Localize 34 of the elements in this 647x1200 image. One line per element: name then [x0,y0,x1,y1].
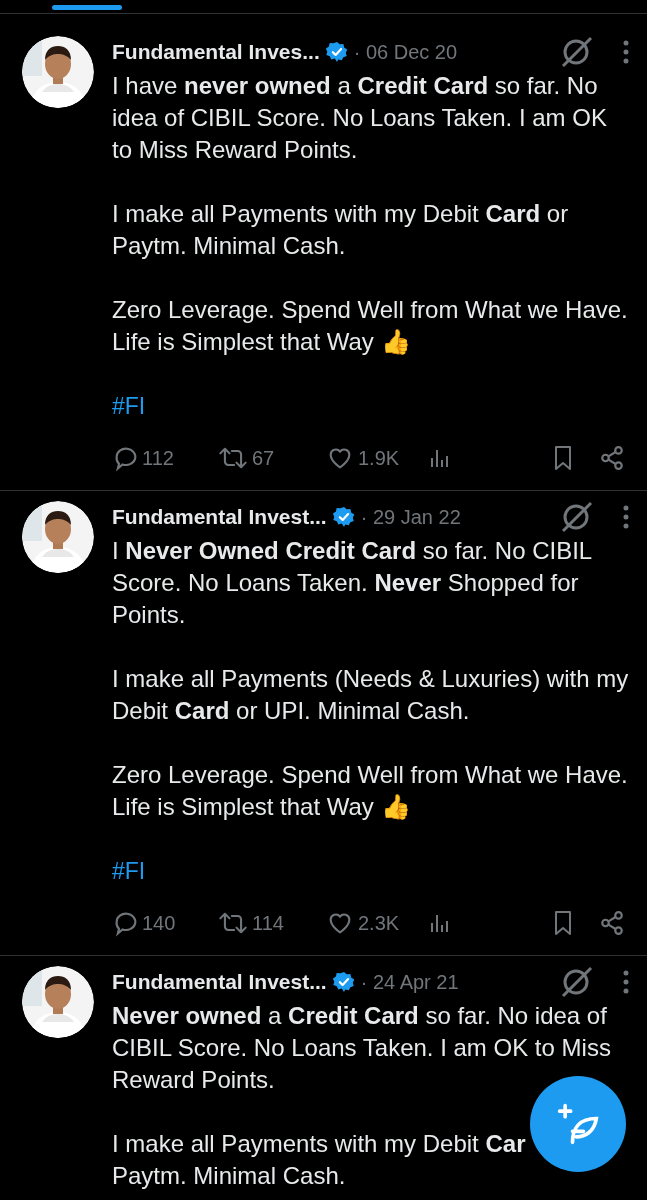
post-text: I Never Owned Credit Card so far. No CIBIL Score. No Loans Taken. Never Shopped for Points. [112,536,593,630]
hashtag-link[interactable]: #FI [112,390,146,422]
author-name[interactable]: Fundamental Invest... [112,966,327,998]
post-text: Zero Leverage. Spend Well from What we Have. Life is Simplest that Way 👍 [112,295,629,357]
repost-button[interactable]: 67 [218,443,326,473]
more-icon[interactable] [623,40,629,64]
post-date[interactable]: · 29 Jan 22 [360,502,461,532]
repost-button[interactable]: 114 [218,908,326,938]
share-button[interactable] [599,910,625,936]
share-icon [599,910,625,936]
slashed-circle-icon[interactable] [559,500,593,534]
share-button[interactable] [599,445,625,471]
slashed-circle-icon[interactable] [559,965,593,999]
author-name[interactable]: Fundamental Inves... [112,36,320,68]
post-text: I make all Payments with my Debit Car Paytm. Minimal Cash. [112,1129,526,1191]
share-icon [599,445,625,471]
tab-indicator [52,5,122,10]
author-name[interactable]: Fundamental Invest... [112,501,327,533]
like-button[interactable]: 2.3K [326,908,428,938]
post-text: Zero Leverage. Spend Well from What we Have. Life is Simplest that Way 👍 [112,760,629,822]
compose-icon [556,1102,600,1146]
post-text: I make all Payments (Needs & Luxuries) with my Debit Card or UPI. Minimal Cash. [112,664,629,726]
reply-button[interactable]: 140 [112,908,218,938]
post-date[interactable]: · 06 Dec 20 [353,37,458,67]
post-text: I have never owned a Credit Card so far. No idea of CIBIL Score. No Loans Taken. I am OK to Miss Reward Points. [112,71,608,165]
post-text: Never owned a Credit Card so far. No idea of CIBIL Score. No Loans Taken. I am OK to Miss Reward Points. [112,1001,612,1095]
slashed-circle-icon[interactable] [559,35,593,69]
like-button[interactable]: 1.9K [326,443,428,473]
hashtag-link[interactable]: #FI [112,855,146,887]
post-text: I make all Payments with my Debit Card or Paytm. Minimal Cash. [112,199,570,261]
reply-button[interactable]: 112 [112,443,218,473]
post-date[interactable]: · 24 Apr 21 [360,967,459,997]
more-icon[interactable] [623,505,629,529]
more-icon[interactable] [623,970,629,994]
